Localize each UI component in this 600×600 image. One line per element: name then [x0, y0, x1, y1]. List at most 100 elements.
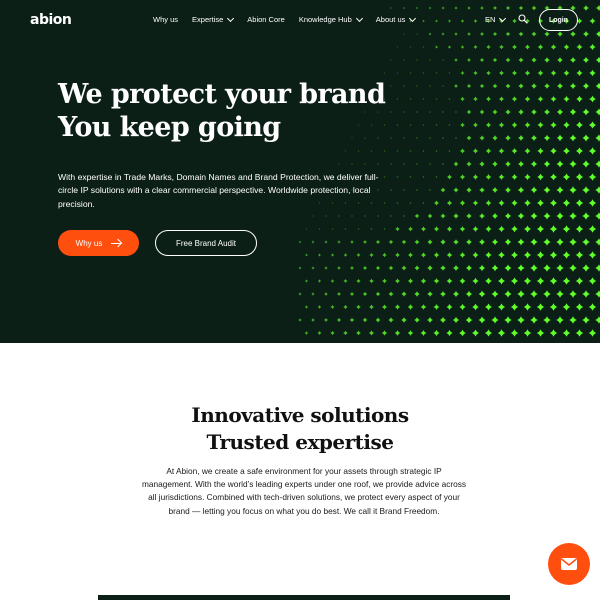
- sparkle-dot: [336, 291, 342, 297]
- sparkle-dot: [459, 277, 466, 285]
- sparkle-dot: [536, 329, 545, 337]
- sparkle-dot: [370, 150, 373, 152]
- sparkle-dot: [569, 290, 577, 298]
- nav-item-about-us[interactable]: About us: [376, 14, 417, 24]
- sparkle-dot: [439, 316, 447, 324]
- sparkle-dot: [403, 111, 405, 113]
- why-us-button[interactable]: Why us: [58, 230, 139, 256]
- sparkle-dot: [485, 148, 492, 154]
- sparkle-dot: [415, 188, 419, 192]
- sparkle-dot: [383, 228, 386, 230]
- sparkle-dot: [403, 85, 405, 87]
- arrow-right-icon: [111, 242, 122, 244]
- sparkle-dot: [505, 135, 511, 141]
- sparkle-dot: [421, 226, 426, 232]
- sparkle-dot: [434, 45, 439, 49]
- hero-title-line1: We protect your brand: [58, 79, 386, 110]
- sparkle-dot: [575, 329, 584, 337]
- top-navigation: abion Why us Expertise Abion Core Knowle…: [0, 0, 600, 40]
- sparkle-dot: [536, 251, 545, 259]
- sparkle-dot: [390, 111, 392, 113]
- sparkle-dot: [472, 303, 479, 311]
- sparkle-dot: [433, 226, 440, 232]
- sparkle-dot: [497, 329, 506, 337]
- nav-item-knowledge-hub[interactable]: Knowledge Hub: [299, 14, 363, 24]
- sparkle-dot: [344, 228, 347, 230]
- sparkle-dot: [595, 82, 600, 90]
- sparkle-dot: [536, 303, 545, 311]
- sparkle-dot: [511, 199, 518, 207]
- nav-item-abion-core[interactable]: Abion Core: [247, 15, 285, 24]
- sparkle-dot: [390, 85, 392, 87]
- sparkle-dot: [337, 240, 341, 244]
- abion-logo[interactable]: abion: [30, 12, 72, 28]
- sparkle-dot: [562, 173, 571, 181]
- sparkle-dot: [446, 200, 453, 206]
- sparkle-dot: [459, 329, 466, 337]
- sparkle-dot: [298, 292, 302, 296]
- sparkle-dot: [492, 187, 498, 193]
- sparkle-dot: [537, 96, 544, 102]
- sparkle-dot: [569, 238, 577, 246]
- sparkle-dot: [343, 279, 348, 283]
- sparkle-dot: [394, 330, 401, 336]
- sparkle-dot: [588, 225, 597, 233]
- sparkle-dot: [429, 137, 431, 139]
- contact-button[interactable]: [548, 543, 590, 585]
- sparkle-dot: [356, 304, 361, 310]
- sparkle-dot: [510, 303, 519, 311]
- sparkle-dot: [543, 316, 551, 324]
- sparkle-dot: [460, 122, 465, 128]
- hero-description: With expertise in Trade Marks, Domain Na…: [58, 172, 379, 209]
- sparkle-dot: [466, 57, 472, 63]
- sparkle-dot: [588, 251, 597, 259]
- sparkle-dot: [440, 213, 446, 219]
- sparkle-dot: [440, 187, 446, 193]
- free-brand-audit-button[interactable]: Free Brand Audit: [155, 230, 257, 256]
- sparkle-dot: [498, 199, 505, 207]
- sparkle-dot: [429, 85, 431, 87]
- sparkle-dot: [569, 264, 577, 272]
- sparkle-dot: [472, 251, 479, 259]
- sparkle-dot: [569, 212, 577, 220]
- sparkle-dot: [390, 59, 392, 61]
- sparkle-dot: [511, 96, 518, 102]
- sparkle-dot: [388, 291, 394, 297]
- sparkle-dot: [491, 212, 499, 220]
- sparkle-dot: [311, 266, 315, 270]
- sparkle-dot: [511, 70, 518, 76]
- sparkle-dot: [530, 238, 538, 246]
- sparkle-dot: [510, 277, 519, 285]
- sparkle-dot: [401, 291, 407, 297]
- sparkle-dot: [582, 316, 590, 324]
- sparkle-dot: [518, 83, 524, 89]
- sparkle-dot: [416, 59, 418, 61]
- sparkle-dot: [530, 264, 538, 272]
- sparkle-dot: [471, 329, 480, 337]
- sparkle-dot: [338, 163, 340, 165]
- sparkle-dot: [324, 292, 328, 296]
- sparkle-dot: [304, 331, 309, 335]
- login-button[interactable]: Login: [539, 9, 578, 31]
- sparkle-dot: [479, 187, 485, 193]
- language-selector[interactable]: EN: [485, 14, 507, 24]
- sparkle-dot: [530, 186, 538, 194]
- sparkle-dot: [442, 111, 444, 113]
- sparkle-dot: [530, 212, 538, 220]
- sparkle-dot: [433, 252, 440, 258]
- nav-item-why-us[interactable]: Why us: [153, 15, 178, 24]
- sparkle-dot: [556, 290, 564, 298]
- sparkle-dot: [562, 329, 571, 337]
- nav-item-expertise[interactable]: Expertise: [192, 14, 235, 24]
- sparkle-dot: [460, 96, 465, 102]
- sparkle-dot: [403, 59, 405, 61]
- sparkle-dot: [524, 173, 531, 181]
- sparkle-dot: [460, 70, 465, 76]
- sparkle-dot: [510, 329, 519, 337]
- sparkle-dot: [435, 149, 438, 153]
- search-icon[interactable]: [518, 14, 528, 24]
- sparkle-dot: [563, 69, 570, 77]
- sparkle-dot: [478, 264, 486, 272]
- sparkle-dot: [317, 279, 322, 283]
- sparkle-dot: [422, 175, 425, 179]
